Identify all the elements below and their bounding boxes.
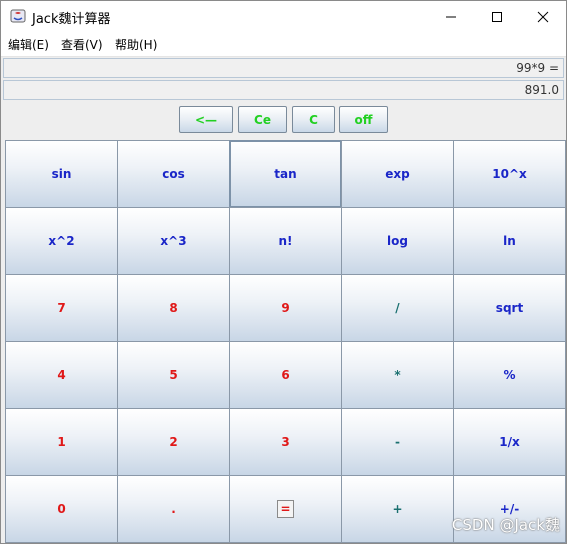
key-cos[interactable]: cos	[117, 140, 230, 208]
key-plus[interactable]: +	[341, 475, 454, 543]
key-factorial[interactable]: n!	[229, 207, 342, 275]
key-6[interactable]: 6	[229, 341, 342, 409]
maximize-icon	[492, 11, 502, 22]
key-minus[interactable]: -	[341, 408, 454, 476]
key-7[interactable]: 7	[5, 274, 118, 342]
maximize-button[interactable]	[474, 1, 520, 32]
key-square[interactable]: x^2	[5, 207, 118, 275]
window-title: Jack魏计算器	[32, 12, 111, 27]
key-ten-power[interactable]: 10^x	[453, 140, 566, 208]
expression-display: 99*9 =	[3, 58, 564, 78]
key-4[interactable]: 4	[5, 341, 118, 409]
key-1[interactable]: 1	[5, 408, 118, 476]
clear-entry-button[interactable]: Ce	[238, 106, 287, 133]
key-reciprocal[interactable]: 1/x	[453, 408, 566, 476]
menu-help[interactable]: 帮助(H)	[115, 36, 157, 53]
key-sin[interactable]: sin	[5, 140, 118, 208]
java-app-icon	[10, 8, 26, 24]
watermark: CSDN @Jack魏	[451, 516, 560, 534]
close-button[interactable]	[520, 1, 566, 32]
keypad: sin cos tan exp 10^x x^2 x^3 n! log ln 7…	[5, 140, 566, 543]
title-bar: Jack魏计算器	[1, 1, 566, 32]
key-3[interactable]: 3	[229, 408, 342, 476]
key-sqrt[interactable]: sqrt	[453, 274, 566, 342]
key-log[interactable]: log	[341, 207, 454, 275]
key-2[interactable]: 2	[117, 408, 230, 476]
key-multiply[interactable]: *	[341, 341, 454, 409]
key-9[interactable]: 9	[229, 274, 342, 342]
menu-view[interactable]: 查看(V)	[61, 36, 103, 53]
equals-label: =	[277, 500, 294, 518]
key-cube[interactable]: x^3	[117, 207, 230, 275]
off-button[interactable]: off	[339, 106, 388, 133]
clear-button[interactable]: C	[292, 106, 335, 133]
minimize-icon	[446, 16, 456, 17]
key-exp[interactable]: exp	[341, 140, 454, 208]
close-icon	[537, 11, 549, 22]
menu-edit[interactable]: 编辑(E)	[8, 36, 49, 53]
key-equals[interactable]: =	[229, 475, 342, 543]
key-ln[interactable]: ln	[453, 207, 566, 275]
key-8[interactable]: 8	[117, 274, 230, 342]
menu-bar: 编辑(E) 查看(V) 帮助(H)	[1, 32, 566, 57]
key-percent[interactable]: %	[453, 341, 566, 409]
minimize-button[interactable]	[428, 1, 474, 32]
calculator-window: Jack魏计算器 编辑(E) 查看(V) 帮助(H) 99*9 = 891.0 …	[0, 0, 567, 544]
key-divide[interactable]: /	[341, 274, 454, 342]
key-5[interactable]: 5	[117, 341, 230, 409]
key-tan[interactable]: tan	[229, 140, 342, 208]
key-0[interactable]: 0	[5, 475, 118, 543]
backspace-button[interactable]: <—	[179, 106, 233, 133]
key-decimal[interactable]: .	[117, 475, 230, 543]
result-display: 891.0	[3, 80, 564, 100]
